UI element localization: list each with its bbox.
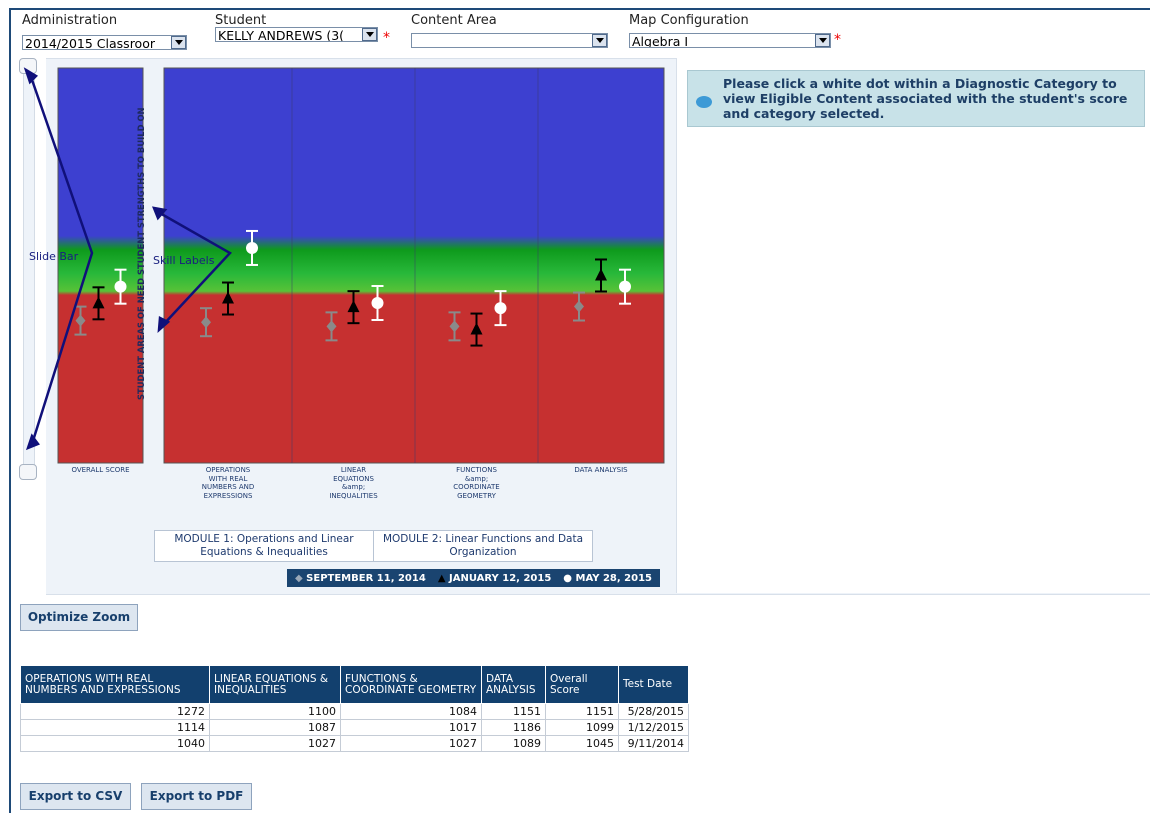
chart-vertical-label: STUDENT AREAS OF NEED STUDENT STRENGTHS … (136, 107, 146, 400)
axis-label-overall-score: OVERALL SCORE (58, 466, 143, 475)
table-cell: 1089 (481, 735, 546, 752)
slider-top-handle[interactable] (19, 58, 37, 74)
table-header-row: OPERATIONS WITH REAL NUMBERS AND EXPRESS… (20, 665, 689, 704)
column-header[interactable]: Overall Score (545, 665, 619, 704)
axis-label-linear-equations: LINEAR EQUATIONS &amp; INEQUALITIES (292, 466, 415, 500)
axis-label-line: DATA ANALYSIS (574, 466, 628, 474)
export-pdf-button[interactable]: Export to PDF (141, 783, 252, 810)
student-required-mark: * (383, 30, 390, 46)
chevron-down-icon[interactable] (592, 34, 607, 47)
zoom-slide-bar[interactable] (19, 58, 37, 480)
table-cell: 9/11/2014 (618, 735, 689, 752)
table-cell: 1017 (340, 719, 482, 736)
table-cell: 5/28/2015 (618, 703, 689, 720)
axis-label-line: LINEAR (340, 466, 367, 474)
axis-label-line: COORDINATE (453, 483, 500, 491)
axis-label-line: &amp; (341, 483, 366, 491)
speech-bubble-icon (696, 96, 712, 108)
slide-bar-annotation: Slide Bar (29, 250, 79, 263)
student-select[interactable]: KELLY ANDREWS (3( (215, 27, 378, 42)
scores-table: OPERATIONS WITH REAL NUMBERS AND EXPRESS… (20, 665, 689, 752)
column-header[interactable]: Test Date (618, 665, 689, 704)
info-message-box: Please click a white dot within a Diagno… (687, 70, 1145, 127)
map-configuration-select[interactable]: Algebra I (629, 33, 831, 48)
legend-item-may: ● MAY 28, 2015 (563, 573, 652, 584)
axis-label-line: INEQUALITIES (329, 491, 378, 500)
table-cell: 1040 (20, 735, 210, 752)
table-cell: 1272 (20, 703, 210, 720)
table-cell: 1045 (545, 735, 619, 752)
info-message-text: Please click a white dot within a Diagno… (723, 76, 1128, 121)
chevron-down-icon[interactable] (362, 28, 377, 41)
table-row: 1040 1027 1027 1089 1045 9/11/2014 (20, 735, 689, 752)
triangle-icon: ▲ (437, 572, 446, 584)
legend-label: SEPTEMBER 11, 2014 (306, 572, 426, 584)
legend-item-jan: ▲ JANUARY 12, 2015 (438, 573, 551, 584)
table-cell: 1151 (545, 703, 619, 720)
chevron-down-icon[interactable] (171, 36, 186, 49)
table-cell: 1186 (481, 719, 546, 736)
table-cell: 1087 (209, 719, 341, 736)
column-header[interactable]: LINEAR EQUATIONS & INEQUALITIES (209, 665, 341, 704)
axis-label-line: EQUATIONS (333, 474, 374, 483)
info-column (676, 58, 1150, 593)
module-2-label: MODULE 2: Linear Functions and Data Orga… (382, 533, 584, 558)
map-configuration-label: Map Configuration (629, 13, 749, 28)
circle-icon: ● (563, 572, 573, 584)
column-header[interactable]: DATA ANALYSIS (481, 665, 546, 704)
column-header[interactable]: FUNCTIONS & COORDINATE GEOMETRY (340, 665, 482, 704)
optimize-zoom-button[interactable]: Optimize Zoom (20, 604, 138, 631)
administration-label: Administration (22, 13, 118, 28)
axis-label-line: OPERATIONS (205, 466, 251, 474)
table-cell: 1/12/2015 (618, 719, 689, 736)
legend-label: MAY 28, 2015 (575, 572, 652, 584)
chevron-down-icon[interactable] (815, 34, 830, 47)
module-1-label: MODULE 1: Operations and Linear Equation… (155, 531, 374, 561)
administration-value: 2014/2015 Classroor (25, 36, 155, 50)
diamond-icon: ◆ (294, 572, 303, 584)
axis-label-line: GEOMETRY (457, 491, 496, 500)
axis-label-line: OVERALL SCORE (71, 466, 130, 474)
legend-label: JANUARY 12, 2015 (449, 572, 552, 584)
date-legend: ◆ SEPTEMBER 11, 2014 ▲ JANUARY 12, 2015 … (287, 569, 660, 587)
administration-select[interactable]: 2014/2015 Classroor (22, 35, 187, 50)
axis-label-operations: OPERATIONS WITH REAL NUMBERS AND EXPRESS… (164, 466, 292, 500)
map-configuration-required-mark: * (834, 32, 841, 48)
legend-item-sep: ◆ SEPTEMBER 11, 2014 (295, 573, 426, 584)
table-cell: 1027 (340, 735, 482, 752)
axis-label-line: NUMBERS AND (201, 483, 255, 491)
student-value: KELLY ANDREWS (3( (218, 28, 345, 42)
axis-label-line: WITH REAL (208, 474, 248, 483)
table-cell: 1100 (209, 703, 341, 720)
table-cell: 1099 (545, 719, 619, 736)
table-row: 1272 1100 1084 1151 1151 5/28/2015 (20, 703, 689, 720)
map-configuration-value: Algebra I (632, 34, 689, 48)
table-cell: 1027 (209, 735, 341, 752)
content-area-label: Content Area (411, 13, 497, 28)
axis-label-line: EXPRESSIONS (203, 491, 253, 500)
skill-labels-annotation: Skill Labels (153, 254, 215, 267)
table-row: 1114 1087 1017 1186 1099 1/12/2015 (20, 719, 689, 736)
table-cell: 1151 (481, 703, 546, 720)
axis-label-line: &amp; (464, 474, 489, 483)
table-cell: 1114 (20, 719, 210, 736)
slider-bottom-handle[interactable] (19, 464, 37, 480)
table-cell: 1084 (340, 703, 482, 720)
axis-label-data-analysis: DATA ANALYSIS (538, 466, 664, 475)
slider-track[interactable] (23, 68, 35, 470)
axis-label-line: FUNCTIONS (456, 466, 497, 474)
axis-label-functions: FUNCTIONS &amp; COORDINATE GEOMETRY (415, 466, 538, 500)
column-header[interactable]: OPERATIONS WITH REAL NUMBERS AND EXPRESS… (20, 665, 210, 704)
student-label: Student (215, 13, 267, 28)
export-csv-button[interactable]: Export to CSV (20, 783, 131, 810)
content-area-select[interactable] (411, 33, 608, 48)
module-legend: MODULE 1: Operations and Linear Equation… (154, 530, 593, 562)
